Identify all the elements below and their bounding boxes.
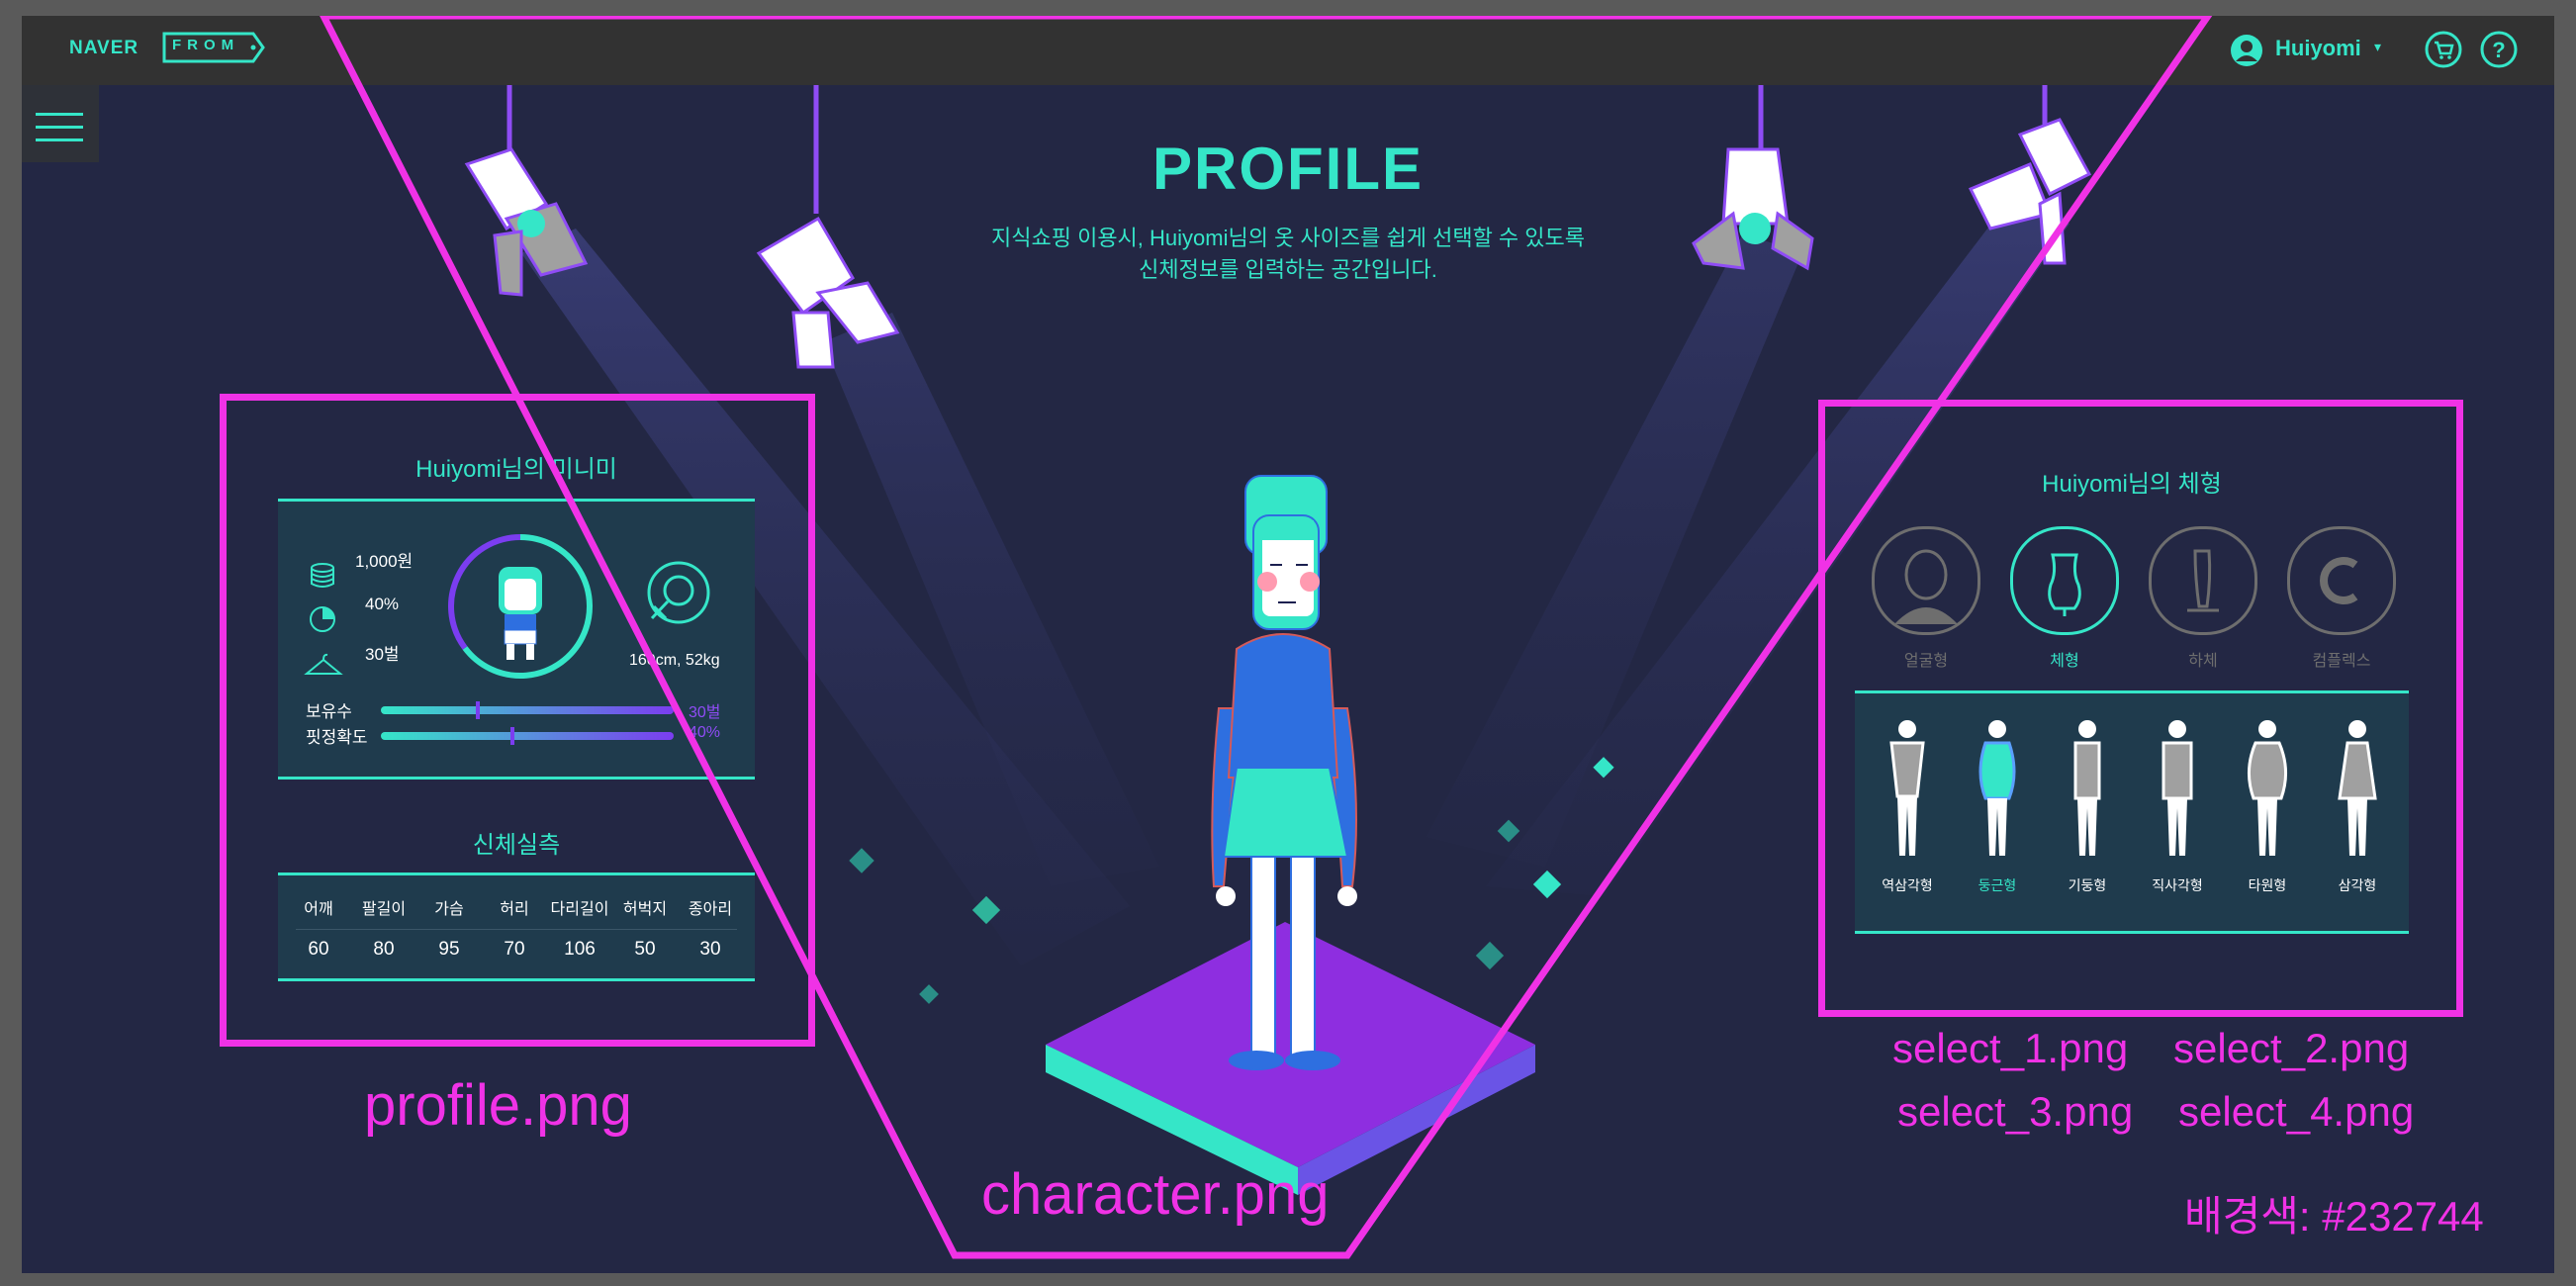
annotation-select-3: select_3.png: [1897, 1088, 2134, 1135]
annotation-select-2: select_2.png: [2173, 1025, 2410, 1071]
page-canvas: NAVER FROM Huiyomi ▾ ? PROFILE 지식쇼핑 이용시,…: [22, 16, 2554, 1273]
annotation-profile-label: profile.png: [364, 1073, 632, 1138]
annotation-select-4: select_4.png: [2178, 1088, 2415, 1135]
annotation-select-1: select_1.png: [1892, 1025, 2129, 1071]
annotation-background-color: 배경색: #232744: [2184, 1193, 2484, 1240]
annotation-character-label: character.png: [981, 1162, 1330, 1227]
